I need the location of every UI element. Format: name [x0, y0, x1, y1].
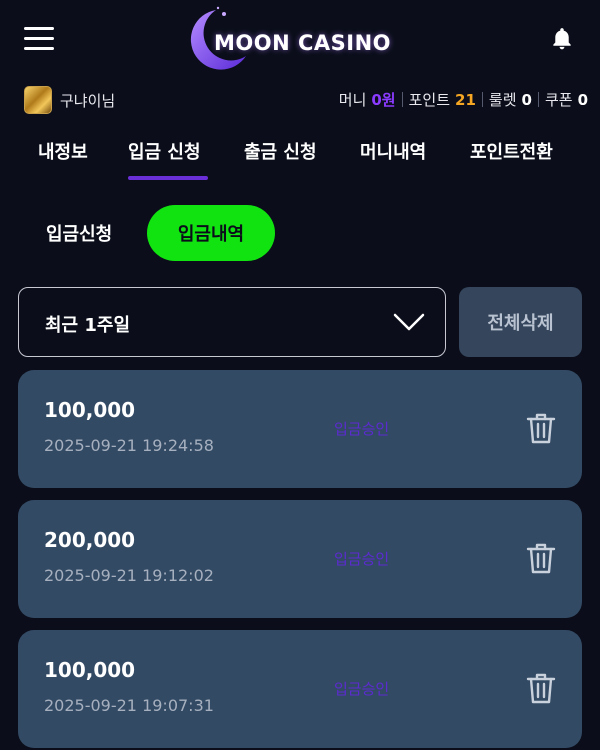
top-header: MOON CASINO: [0, 0, 600, 80]
coupon-value: 0: [577, 90, 588, 109]
divider: [401, 92, 403, 107]
money-value: 0원: [371, 91, 396, 109]
deposit-record-card: 100,000 2025-09-21 19:07:31 입금승인: [18, 630, 582, 748]
record-amount: 200,000: [44, 528, 136, 552]
deposit-record-card: 100,000 2025-09-21 19:24:58 입금승인: [18, 370, 582, 488]
roulette-label: 룰렛: [488, 91, 517, 109]
record-datetime: 2025-09-21 19:24:58: [44, 436, 214, 455]
tab-money-history[interactable]: 머니내역: [360, 138, 426, 164]
divider: [481, 92, 483, 107]
period-select[interactable]: 최근 1주일: [18, 287, 446, 357]
divider: [537, 92, 539, 107]
tab-my-info[interactable]: 내정보: [38, 138, 88, 164]
user-balances: 머니 0원 포인트 21 룰렛 0 쿠폰 0: [339, 89, 588, 110]
hamburger-icon[interactable]: [24, 27, 54, 51]
trash-icon[interactable]: [526, 412, 556, 444]
trash-icon[interactable]: [526, 672, 556, 704]
tab-deposit-request[interactable]: 입금 신청: [128, 138, 201, 164]
point-label: 포인트: [408, 91, 451, 109]
record-amount: 100,000: [44, 398, 136, 422]
record-datetime: 2025-09-21 19:07:31: [44, 696, 214, 715]
record-status: 입금승인: [334, 550, 390, 568]
moon-casino-logo[interactable]: MOON CASINO: [184, 6, 424, 72]
deposit-record-card: 200,000 2025-09-21 19:12:02 입금승인: [18, 500, 582, 618]
deposit-history-page: MOON CASINO 구냐이님 머니 0원 포인트 21 룰렛 0 쿠폰 0 …: [0, 0, 600, 750]
record-datetime: 2025-09-21 19:12:02: [44, 566, 214, 585]
bell-icon[interactable]: [549, 26, 575, 52]
active-tab-indicator: [128, 176, 208, 180]
point-value: 21: [455, 90, 476, 109]
user-avatar[interactable]: [24, 86, 52, 114]
record-status: 입금승인: [334, 420, 390, 438]
tab-withdraw-request[interactable]: 출금 신청: [244, 138, 317, 164]
subtab-deposit-history[interactable]: 입금내역: [147, 205, 275, 261]
record-amount: 100,000: [44, 658, 136, 682]
tab-point-convert[interactable]: 포인트전환: [470, 138, 553, 164]
record-status: 입금승인: [334, 680, 390, 698]
roulette-value: 0: [521, 90, 532, 109]
trash-icon[interactable]: [526, 542, 556, 574]
delete-all-button[interactable]: 전체삭제: [459, 287, 582, 357]
chevron-down-icon: [393, 313, 425, 331]
logo-text: MOON CASINO: [214, 31, 392, 55]
username: 구냐이님: [60, 92, 116, 110]
money-label: 머니: [338, 91, 367, 109]
subtab-deposit-request[interactable]: 입금신청: [46, 220, 112, 246]
period-select-value: 최근 1주일: [45, 315, 131, 336]
user-info-bar: 구냐이님 머니 0원 포인트 21 룰렛 0 쿠폰 0: [0, 84, 600, 116]
coupon-label: 쿠폰: [544, 91, 573, 109]
main-tabs: 내정보 입금 신청 출금 신청 머니내역 포인트전환: [0, 128, 600, 184]
